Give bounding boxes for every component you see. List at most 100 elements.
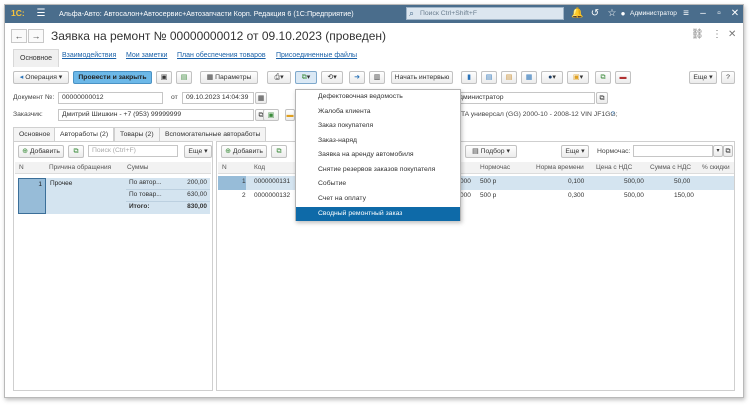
doc-button-1[interactable]: ▮ bbox=[461, 71, 477, 84]
reasons-sums: По автор... 200,00 По товар... 630,00 Итог… bbox=[126, 178, 210, 214]
doc-button-2[interactable]: ▤ bbox=[481, 71, 497, 84]
doc-number-field[interactable]: 00000000012 bbox=[58, 92, 163, 104]
operation-icon: ◂ bbox=[19, 74, 24, 81]
doctab-autoworks[interactable]: Автоработы (2) bbox=[54, 127, 115, 141]
history-icon[interactable]: ↺ bbox=[589, 7, 601, 20]
manager-field[interactable]: дминистратор bbox=[455, 92, 595, 104]
status-button[interactable]: ●▾ bbox=[541, 71, 563, 84]
doctab-aux-works[interactable]: Вспомогательные автоработы bbox=[159, 127, 267, 141]
link-icon[interactable]: ⛓ bbox=[691, 29, 704, 40]
add-work-button[interactable]: ⊕ Добавить bbox=[221, 145, 267, 158]
car-info[interactable]: TA универсал (GG) 2000-10 - 2008-12 VIN … bbox=[461, 111, 618, 118]
post-button[interactable]: ▤ bbox=[176, 71, 192, 84]
reasons-search-input[interactable]: Поиск (Ctrl+F) bbox=[88, 145, 178, 157]
help-button[interactable]: ? bbox=[721, 71, 735, 84]
calendar-icon: ▦ bbox=[257, 95, 265, 102]
go-button[interactable]: ➜ bbox=[349, 71, 365, 84]
report-button[interactable]: ▥ bbox=[369, 71, 385, 84]
column-sum: Сумма с НДС bbox=[650, 164, 692, 171]
reasons-row-reason[interactable]: Прочее bbox=[46, 178, 126, 214]
tab-supply-plan[interactable]: План обеспечения товаров bbox=[177, 52, 266, 59]
customer-label: Заказчик: bbox=[13, 111, 43, 118]
menu-item-invoice[interactable]: Счет на оплату bbox=[296, 192, 460, 206]
menu-item-rental-request[interactable]: Заявка на аренду автомобиля bbox=[296, 148, 460, 162]
car-help-icon[interactable]: ? bbox=[611, 111, 615, 118]
reasons-more-button[interactable]: Еще ▾ bbox=[184, 145, 212, 158]
forward-button[interactable]: → bbox=[28, 29, 44, 43]
related-docs-icon: ⟲ bbox=[327, 74, 334, 81]
settings-icon[interactable]: ≡ bbox=[680, 7, 692, 20]
tab-attached-files[interactable]: Присоединенные файлы bbox=[276, 52, 357, 59]
add-reason-button[interactable]: ⊕ Добавить bbox=[18, 145, 64, 158]
app-window: 1С: ☰ Альфа-Авто: Автосалон+Автосервис+А… bbox=[4, 4, 744, 398]
menu-item-summary-repair-order[interactable]: Сводный ремонтный заказ bbox=[296, 207, 460, 221]
reasons-panel: ⊕ Добавить ⧉ Поиск (Ctrl+F) Еще ▾ N Прич… bbox=[13, 141, 213, 391]
create-based-on-button[interactable]: ⧉▾ bbox=[295, 71, 317, 84]
more-button[interactable]: Еще ▾ bbox=[689, 71, 717, 84]
open-icon: ⧉ bbox=[725, 148, 731, 155]
maximize-icon[interactable]: ▫ bbox=[713, 7, 725, 20]
menu-item-customer-order[interactable]: Заказ покупателя bbox=[296, 119, 460, 133]
normhour-open-button[interactable]: ⧉ bbox=[723, 145, 733, 157]
sum-row-works: По автор... 200,00 bbox=[126, 178, 210, 190]
copy-reason-button[interactable]: ⧉ bbox=[68, 145, 84, 158]
search-icon: ⌕ bbox=[409, 8, 415, 18]
column-n: N bbox=[222, 164, 227, 171]
title-bar: 1С: ☰ Альфа-Авто: Автосалон+Автосервис+А… bbox=[5, 5, 743, 23]
related-docs-button[interactable]: ⟲▾ bbox=[321, 71, 343, 84]
copy-icon: ⧉ bbox=[276, 148, 282, 155]
post-and-close-button[interactable]: Провести и закрыть bbox=[73, 71, 152, 84]
start-interview-button[interactable]: Начать интервью bbox=[391, 71, 453, 84]
menu-item-work-order[interactable]: Заказ-наряд bbox=[296, 134, 460, 148]
customer-field[interactable]: Дмитрий Шишкин - +7 (953) 99999999 bbox=[58, 109, 254, 121]
toggle-view-button[interactable]: ⧉ bbox=[595, 71, 611, 84]
date-label: от bbox=[171, 94, 178, 101]
open-icon: ⧉ bbox=[599, 95, 605, 102]
doctab-goods[interactable]: Товары (2) bbox=[114, 127, 160, 141]
save-button[interactable]: ▣ bbox=[156, 71, 172, 84]
tab-notes[interactable]: Мои заметки bbox=[126, 52, 167, 59]
tab-interactions[interactable]: Взаимодействия bbox=[62, 52, 116, 59]
more-icon[interactable]: ⋮ bbox=[712, 29, 722, 40]
column-price: Цена с НДС bbox=[596, 164, 633, 171]
close-icon[interactable]: ✕ bbox=[728, 29, 736, 40]
column-discount: % скидки bbox=[702, 164, 730, 171]
back-button[interactable]: ← bbox=[11, 29, 27, 43]
car-icon: ▬ bbox=[619, 74, 627, 81]
copy-work-button[interactable]: ⧉ bbox=[271, 145, 287, 158]
doc-button-4[interactable]: ▦ bbox=[521, 71, 537, 84]
minimize-icon[interactable]: – bbox=[697, 7, 709, 20]
column-reason: Причина обращения bbox=[49, 164, 112, 171]
list-alt-icon: ▦ bbox=[525, 74, 533, 81]
print-button[interactable]: ⎙▾ bbox=[267, 71, 291, 84]
doc-button-3[interactable]: ▤ bbox=[501, 71, 517, 84]
menu-item-complaint[interactable]: Жалоба клиента bbox=[296, 105, 460, 119]
doctab-main[interactable]: Основное bbox=[13, 127, 57, 141]
calendar-button[interactable]: ▦ bbox=[255, 92, 267, 104]
works-more-button[interactable]: Еще ▾ bbox=[561, 145, 589, 158]
manager-open-button[interactable]: ⧉ bbox=[596, 92, 608, 104]
bell-icon[interactable]: 🔔 bbox=[571, 7, 583, 20]
menu-item-event[interactable]: Событие bbox=[296, 177, 460, 191]
close-window-icon[interactable]: ✕ bbox=[729, 7, 741, 20]
mark-button[interactable]: ▣▾ bbox=[567, 71, 589, 84]
normhour-dropdown[interactable]: ▾ bbox=[713, 145, 723, 157]
menu-icon[interactable]: ☰ bbox=[35, 7, 47, 20]
global-search-input[interactable]: ⌕ Поиск Ctrl+Shift+F bbox=[406, 7, 564, 20]
tab-main[interactable]: Основное bbox=[13, 49, 60, 67]
date-field[interactable]: 09.10.2023 14:04:39 bbox=[182, 92, 254, 104]
list-icon: ▤ bbox=[505, 74, 513, 81]
menu-item-defect-sheet[interactable]: Дефектовочная ведомость bbox=[296, 90, 460, 104]
menu-item-release-reserves[interactable]: Снятие резервов заказов покупателя bbox=[296, 163, 460, 177]
car-button[interactable]: ▬ bbox=[615, 71, 631, 84]
reasons-row-n[interactable]: 1 bbox=[18, 178, 46, 214]
normhour-field[interactable] bbox=[633, 145, 713, 157]
operation-button[interactable]: ◂ Операция ▾ bbox=[13, 71, 69, 84]
app-logo: 1С: bbox=[11, 8, 25, 18]
select-works-button[interactable]: ▤ Подбор ▾ bbox=[465, 145, 517, 158]
user-name[interactable]: Администратор bbox=[630, 10, 677, 17]
customer-extra-button[interactable]: ▬ bbox=[285, 109, 295, 121]
parameters-button[interactable]: ▦ Параметры bbox=[200, 71, 258, 84]
customer-card-button[interactable]: ▣ bbox=[263, 109, 279, 121]
document-header: ← → Заявка на ремонт № 00000000012 от 09… bbox=[5, 23, 743, 49]
